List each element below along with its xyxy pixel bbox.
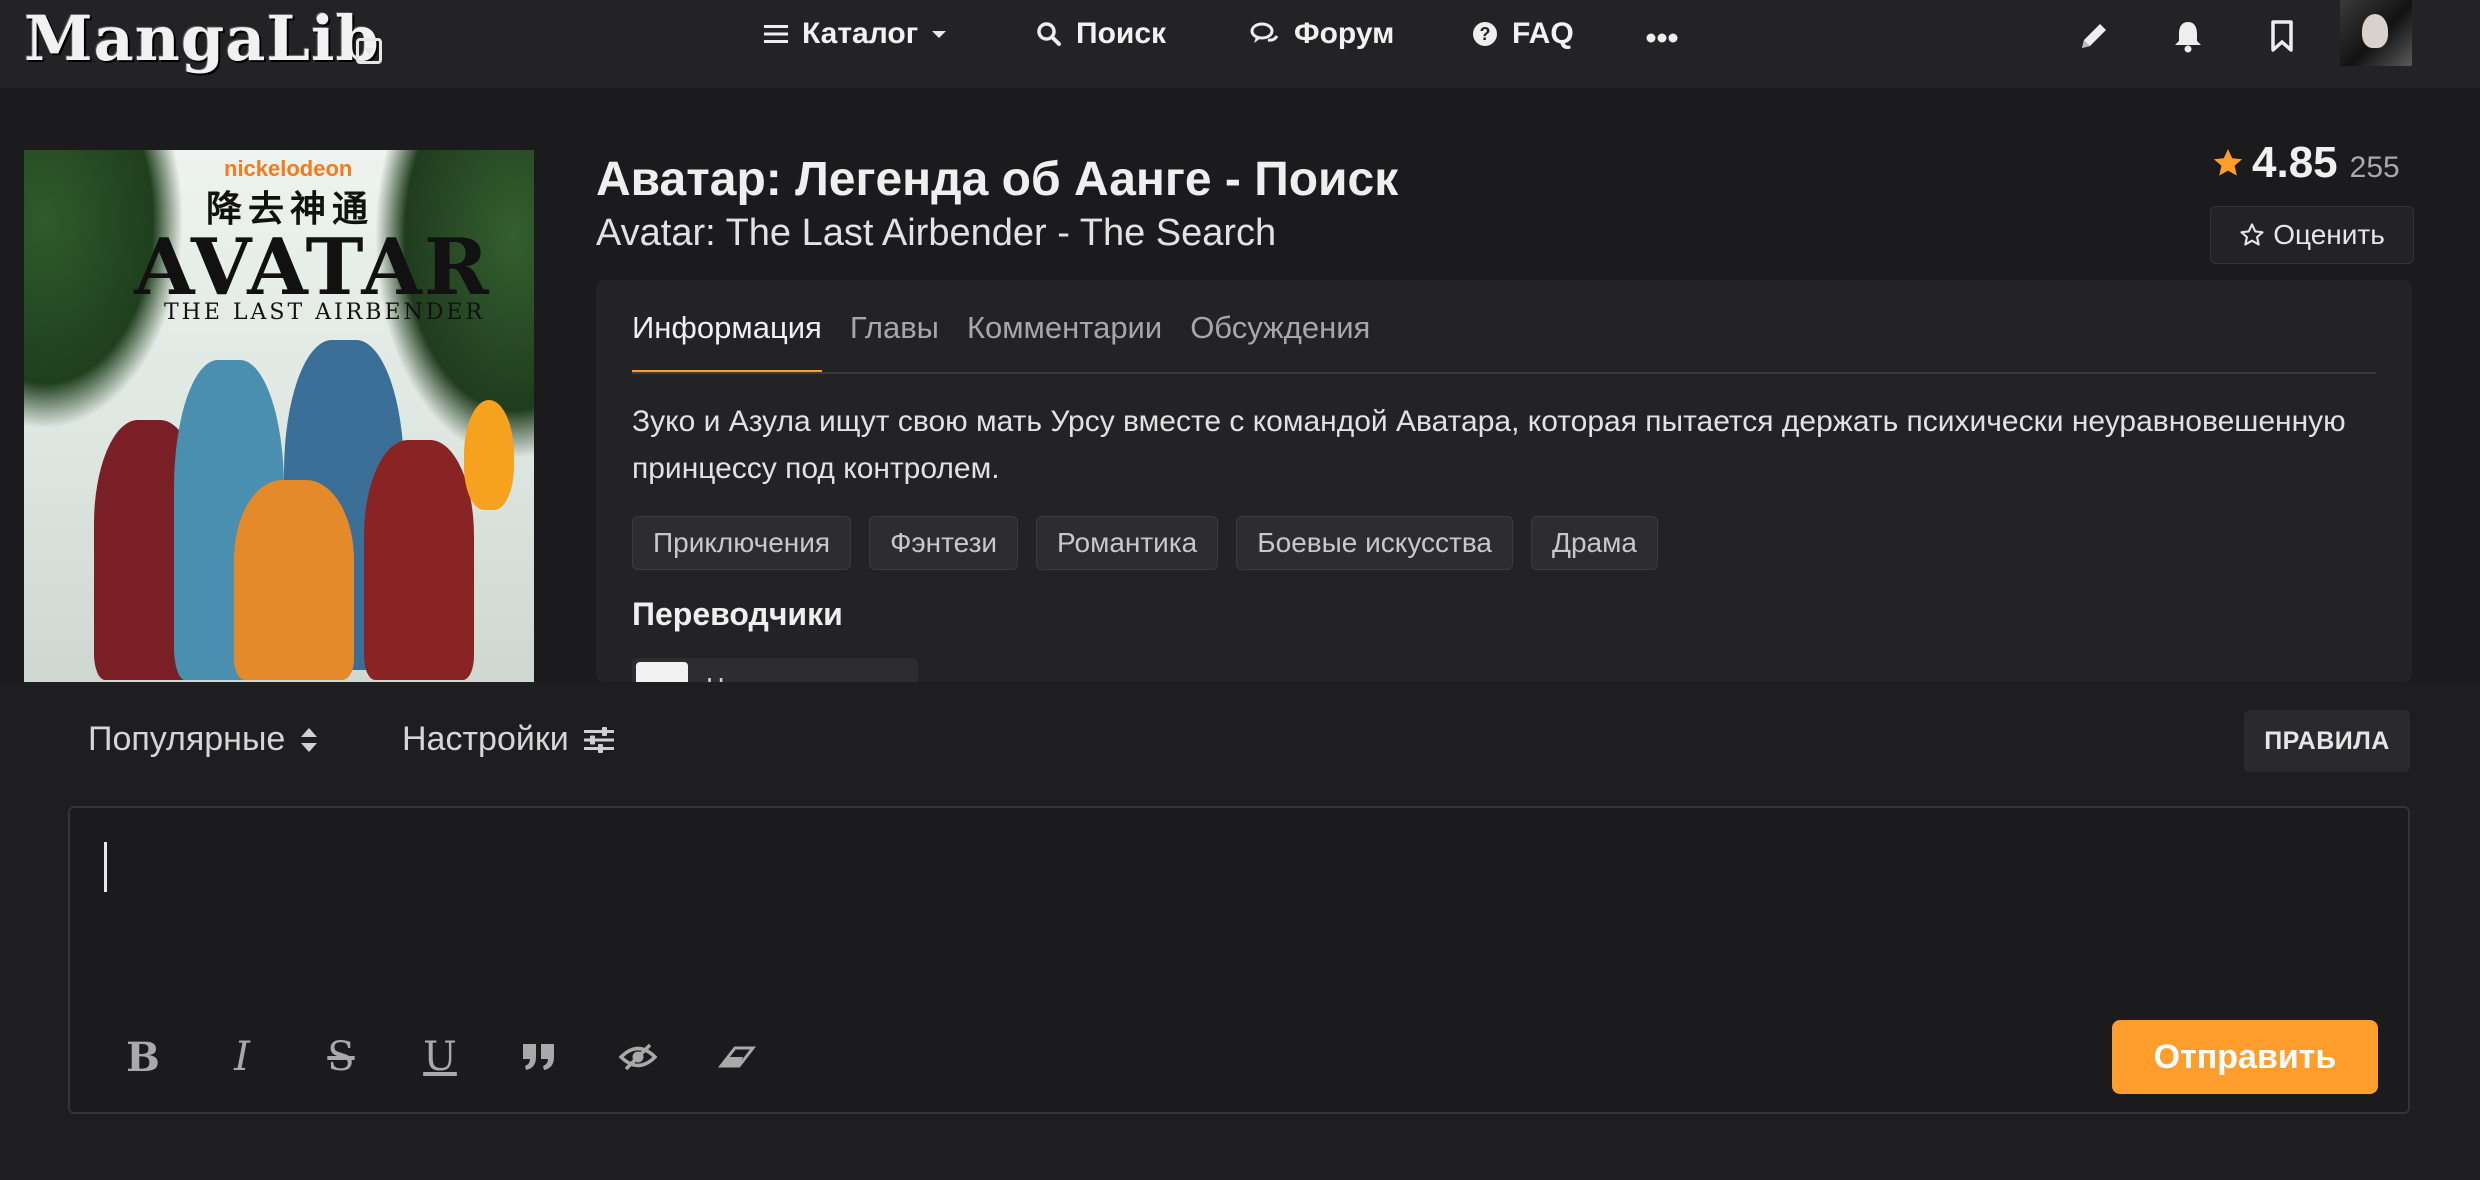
star-icon (2214, 149, 2242, 176)
svg-text:?: ? (1480, 24, 1491, 44)
translator-team-card[interactable]: Чудо-камикадзе (632, 658, 918, 682)
translators-heading: Переводчики (632, 596, 843, 632)
translator-team-name: Чудо-камикадзе (706, 672, 915, 682)
bookmark-icon[interactable] (2264, 18, 2300, 54)
nav-forum-label: Форум (1294, 17, 1395, 50)
genre-chip[interactable]: Боевые искусства (1236, 516, 1513, 570)
help-icon: ? (1472, 21, 1498, 47)
tab-chapters[interactable]: Главы (850, 310, 939, 374)
nav-more[interactable] (1646, 14, 1678, 54)
search-icon (1036, 21, 1062, 47)
genre-list: Приключения Фэнтези Романтика Боевые иск… (632, 516, 1676, 570)
bold-icon[interactable]: B (118, 1032, 168, 1082)
comment-input[interactable] (104, 838, 2374, 898)
tab-comments[interactable]: Комментарии (967, 310, 1162, 374)
bell-icon[interactable] (2170, 18, 2206, 54)
genre-chip[interactable]: Приключения (632, 516, 852, 570)
rating-count: 255 (2349, 151, 2400, 184)
comment-editor[interactable]: B I S U Отправить (68, 806, 2410, 1114)
rate-button[interactable]: Оценить (2210, 206, 2414, 264)
manga-title-english: Avatar: The Last Airbender - The Search (596, 212, 1277, 254)
site-logo[interactable]: MangaLib (24, 2, 380, 75)
manga-cover-image[interactable]: nickelodeon 降去神通 AVATAR THE LAST AIRBEND… (24, 150, 534, 682)
manga-info-panel: Информация Главы Комментарии Обсуждения … (596, 280, 2412, 682)
nav-catalog-label: Каталог (802, 17, 919, 50)
manga-title-russian: Аватар: Легенда об Аанге - Поиск (596, 153, 1399, 206)
sliders-icon (583, 726, 614, 753)
underline-icon[interactable]: U (415, 1032, 465, 1082)
rating-summary: 4.85 255 (2212, 138, 2400, 188)
logo-dropdown-icon[interactable] (356, 38, 382, 64)
pencil-icon[interactable] (2076, 18, 2112, 54)
chevron-down-icon (932, 30, 947, 38)
cover-subtitle: THE LAST AIRBENDER (164, 300, 486, 325)
italic-icon[interactable]: I (217, 1032, 267, 1082)
user-avatar[interactable] (2340, 0, 2412, 66)
info-tabs: Информация Главы Комментарии Обсуждения (632, 310, 1398, 374)
nav-faq-label: FAQ (1512, 17, 1574, 50)
cover-fire-effect (464, 400, 514, 510)
spoiler-icon[interactable] (613, 1032, 663, 1082)
tabs-divider (632, 372, 2376, 374)
cover-figure-zuko (364, 440, 474, 680)
translator-team-logo (636, 662, 688, 682)
formatting-toolbar: B I S U (118, 1032, 811, 1082)
top-navbar: MangaLib Каталог Поиск Форум ? FAQ (0, 0, 2480, 90)
genre-chip[interactable]: Фэнтези (869, 516, 1019, 570)
text-cursor (104, 842, 107, 892)
submit-button[interactable]: Отправить (2112, 1020, 2378, 1094)
cover-figure-aang (234, 480, 354, 680)
nav-faq[interactable]: ? FAQ (1472, 14, 1574, 54)
chat-icon (1250, 21, 1280, 47)
cover-brand: nickelodeon (224, 156, 353, 181)
tab-information[interactable]: Информация (632, 310, 822, 374)
nav-forum[interactable]: Форум (1250, 14, 1394, 54)
tab-discussions[interactable]: Обсуждения (1190, 310, 1370, 374)
nav-catalog[interactable]: Каталог (764, 14, 947, 54)
genre-chip[interactable]: Драма (1530, 516, 1658, 570)
settings-label: Настройки (402, 720, 569, 758)
settings-button[interactable]: Настройки (402, 720, 615, 759)
quote-icon[interactable] (514, 1032, 564, 1082)
rating-value: 4.85 (2252, 138, 2338, 187)
rate-button-label: Оценить (2273, 219, 2385, 250)
sort-dropdown[interactable]: Популярные (88, 720, 319, 759)
sort-label: Популярные (88, 720, 286, 758)
comments-section: Популярные Настройки ПРАВИЛА B I S U Отп… (0, 682, 2480, 1180)
menu-icon (764, 23, 788, 45)
nav-search-label: Поиск (1076, 17, 1167, 50)
strikethrough-icon[interactable]: S (316, 1032, 366, 1082)
genre-chip[interactable]: Романтика (1036, 516, 1219, 570)
nav-search[interactable]: Поиск (1036, 14, 1166, 54)
sort-icon (301, 727, 318, 752)
rules-button[interactable]: ПРАВИЛА (2244, 710, 2410, 772)
ellipsis-icon (1646, 17, 1678, 51)
manga-description: Зуко и Азула ищут свою мать Урсу вместе … (632, 405, 2346, 485)
star-outline-icon (2240, 223, 2264, 246)
eraser-icon[interactable] (712, 1032, 762, 1082)
